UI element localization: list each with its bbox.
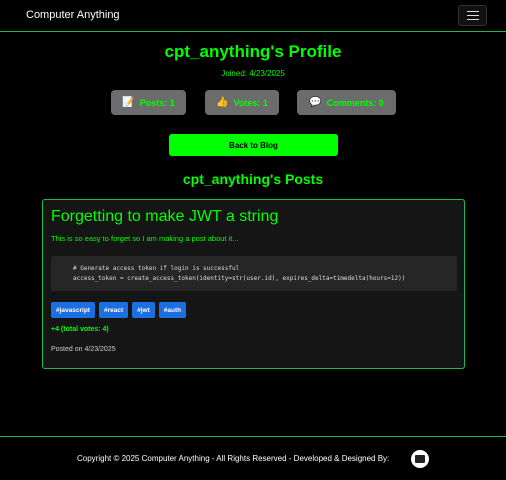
footer-copyright: Copyright © 2025 Computer Anything - All… — [77, 454, 390, 463]
thumbs-up-icon: 👍 — [216, 97, 229, 108]
memo-icon: 📝 — [122, 97, 135, 108]
code-line-1: # Generate access token if login is succ… — [73, 265, 240, 272]
post-card: Forgetting to make JWT a string This is … — [42, 199, 465, 369]
footer: Copyright © 2025 Computer Anything - All… — [0, 436, 506, 480]
hamburger-icon[interactable] — [458, 5, 487, 26]
comments-stat-label: Comments: 0 — [326, 97, 384, 108]
posted-date: Posted on 4/23/2025 — [51, 346, 116, 353]
post-excerpt: This is so easy to forget so I am making… — [51, 234, 239, 243]
votes-stat-label: Votes: 1 — [233, 97, 268, 108]
tag-jwt[interactable]: #jwt — [132, 302, 155, 318]
posts-stat: 📝 Posts: 1 — [111, 90, 186, 115]
speech-bubble-icon: 💬 — [309, 97, 322, 108]
votes-stat: 👍 Votes: 1 — [205, 90, 279, 115]
joined-date: Joined: 4/23/2025 — [221, 69, 285, 78]
back-to-blog-button[interactable]: Back to Blog — [169, 134, 338, 156]
posts-section-title: cpt_anything's Posts — [182, 171, 324, 187]
brand-link[interactable]: Computer Anything — [26, 9, 120, 21]
vote-count: +4 (total votes: 4) — [51, 326, 109, 333]
tag-react[interactable]: #react — [98, 302, 129, 318]
comments-stat: 💬 Comments: 0 — [297, 90, 396, 115]
tag-list: #javascript #react #jwt #auth — [51, 302, 187, 318]
designer-logo-icon[interactable] — [411, 450, 429, 468]
post-title[interactable]: Forgetting to make JWT a string — [51, 208, 278, 226]
navbar: Computer Anything — [0, 0, 506, 32]
tag-javascript[interactable]: #javascript — [51, 302, 95, 318]
tag-auth[interactable]: #auth — [158, 302, 187, 318]
profile-title: cpt_anything's Profile — [164, 42, 342, 61]
posts-stat-label: Posts: 1 — [139, 97, 175, 108]
code-line-2: access_token = create_access_token(ident… — [73, 275, 406, 282]
code-block: # Generate access token if login is succ… — [51, 256, 457, 291]
